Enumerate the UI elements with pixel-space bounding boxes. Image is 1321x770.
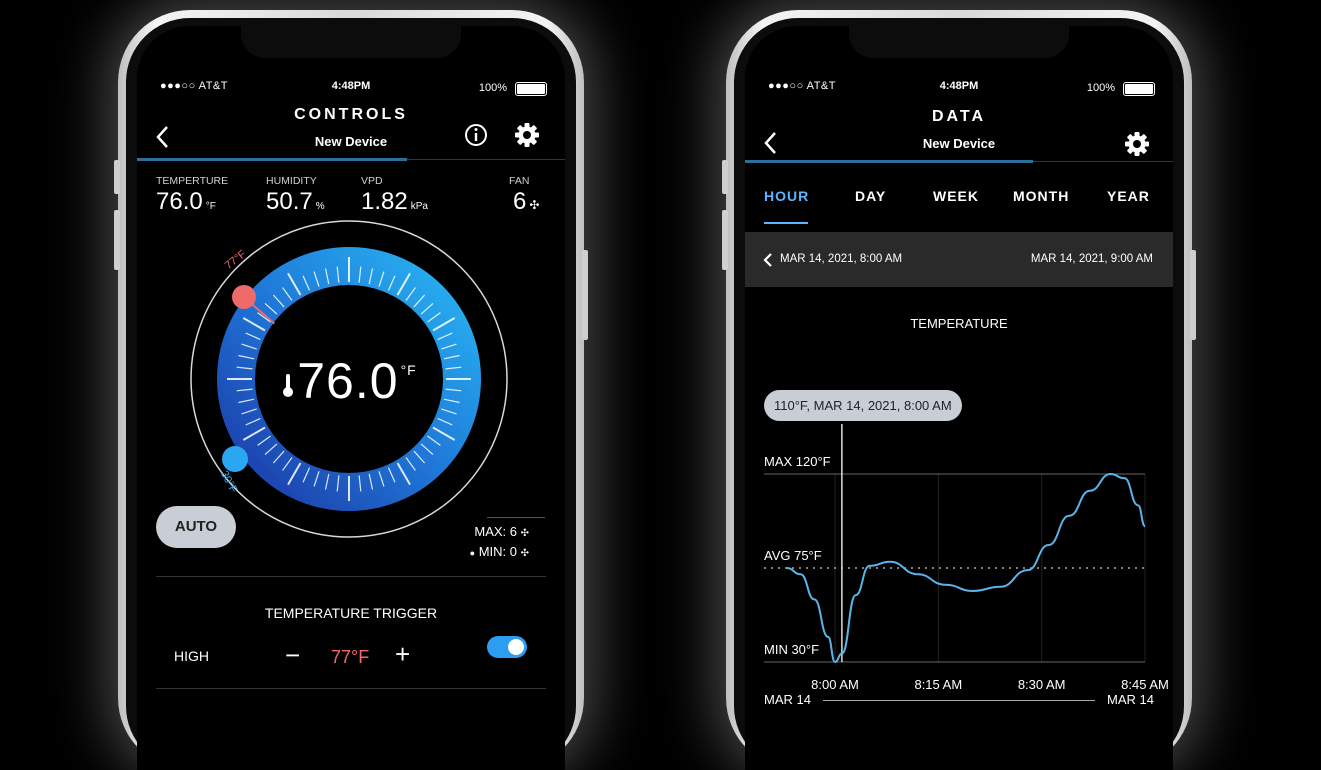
metric-unit: °F bbox=[205, 201, 216, 212]
dial-value: 76.0 bbox=[297, 353, 399, 409]
footer-date-left: MAR 14 bbox=[764, 692, 811, 707]
trigger-title: TEMPERATURE TRIGGER bbox=[264, 605, 438, 621]
header-divider bbox=[1033, 161, 1173, 162]
phone-controls: ●●●○○ AT&T 4:48PM 100% CONTROLS New Devi… bbox=[114, 10, 588, 770]
side-button bbox=[722, 160, 728, 194]
y-reference-label: MIN 30°F bbox=[764, 642, 819, 657]
tab-month[interactable]: MONTH bbox=[1013, 188, 1069, 204]
previous-range-icon[interactable] bbox=[763, 252, 773, 268]
series-line bbox=[786, 472, 1146, 664]
page-title: DATA bbox=[931, 108, 987, 125]
range-start: MAR 14, 2021, 8:00 AM bbox=[780, 253, 903, 265]
tab-hour[interactable]: HOUR bbox=[764, 188, 809, 204]
metric-number: 1.82 bbox=[361, 188, 408, 215]
dial-unit: °F bbox=[400, 362, 417, 378]
battery-icon bbox=[1123, 82, 1155, 96]
device-name: New Device bbox=[314, 134, 388, 149]
metric-number: 6 bbox=[513, 188, 527, 215]
x-tick-label: 8:30 AM bbox=[1018, 677, 1066, 692]
chart-canvas: MAX 120°F AVG 75°F MIN 30°F 8:00 AM 8:15 AM 8… bbox=[764, 424, 1169, 692]
dial-low-handle[interactable] bbox=[222, 446, 248, 472]
status-bar: ●●●○○ AT&T 4:48PM 100% bbox=[137, 80, 565, 98]
auto-button[interactable]: AUTO bbox=[156, 506, 236, 548]
tab-week[interactable]: WEEK bbox=[933, 188, 979, 204]
info-icon[interactable] bbox=[464, 123, 488, 147]
fan-min: ● MIN: 0 ✣ bbox=[470, 544, 529, 559]
metric-value: 6 ✣ bbox=[513, 188, 539, 216]
fan-icon: ✣ bbox=[529, 198, 540, 212]
dial-high-handle[interactable] bbox=[232, 285, 256, 309]
x-tick-label: 8:15 AM bbox=[914, 677, 962, 692]
metric-unit: % bbox=[315, 201, 325, 212]
y-reference-label: MAX 120°F bbox=[764, 454, 831, 469]
screen: ●●●○○ AT&T 4:48PM 100% CONTROLS New Devi… bbox=[137, 26, 565, 770]
gear-icon[interactable] bbox=[1124, 131, 1150, 157]
metric-value: 50.7% bbox=[266, 188, 325, 216]
fan-max-label: MAX: 6 bbox=[474, 524, 517, 539]
chart-title: TEMPERATURE bbox=[910, 316, 1008, 331]
metric-value: 1.82 kPa bbox=[361, 188, 428, 216]
side-button bbox=[722, 210, 728, 270]
header-divider bbox=[407, 159, 565, 160]
metric-number: 50.7 bbox=[266, 188, 313, 215]
footer-date-right: MAR 14 bbox=[1107, 692, 1154, 707]
fan-icon: ✣ bbox=[520, 548, 529, 559]
bullet-icon: ● bbox=[469, 548, 476, 558]
range-end: MAR 14, 2021, 9:00 AM bbox=[1030, 253, 1153, 265]
y-reference-label: AVG 75°F bbox=[764, 548, 822, 563]
x-tick-label: 8:45 AM bbox=[1121, 677, 1169, 692]
fan-range-line bbox=[487, 517, 545, 518]
metric-label: VPD bbox=[361, 175, 383, 187]
screen: ●●●○○ AT&T 4:48PM 100% DATA New Device H… bbox=[745, 26, 1173, 770]
device-name: New Device bbox=[922, 136, 996, 151]
metric-label: TEMPERTURE bbox=[156, 175, 229, 187]
fan-max: MAX: 6 ✣ bbox=[474, 524, 529, 539]
side-button bbox=[1190, 250, 1196, 340]
trigger-value: 77°F bbox=[331, 647, 370, 667]
metric-number: 76.0 bbox=[156, 188, 203, 215]
back-chevron-icon[interactable] bbox=[763, 130, 779, 156]
trigger-row-label: HIGH bbox=[174, 648, 209, 664]
metric-label: FAN bbox=[509, 175, 530, 187]
trigger-toggle[interactable] bbox=[487, 636, 527, 658]
status-bar: ●●●○○ AT&T 4:48PM 100% bbox=[745, 80, 1173, 98]
side-button bbox=[114, 210, 120, 270]
dial-readout: 76.0 °F bbox=[184, 352, 514, 410]
notch bbox=[241, 26, 461, 58]
footer-range-line bbox=[823, 700, 1095, 701]
side-button bbox=[582, 250, 588, 340]
metric-unit: kPa bbox=[410, 201, 428, 212]
back-chevron-icon[interactable] bbox=[155, 124, 171, 150]
gear-icon[interactable] bbox=[514, 122, 540, 148]
thermometer-icon bbox=[283, 374, 294, 397]
side-button bbox=[114, 160, 120, 194]
battery-percent: 100% bbox=[1086, 82, 1115, 94]
active-tab-indicator bbox=[764, 222, 808, 224]
temperature-dial[interactable]: 76.0 °F 77°F 30°F bbox=[184, 214, 514, 544]
divider bbox=[156, 688, 546, 689]
temperature-chart[interactable]: MAX 120°F AVG 75°F MIN 30°F 8:00 AM 8:15 AM 8… bbox=[745, 386, 1173, 706]
notch bbox=[849, 26, 1069, 58]
metric-label: HUMIDITY bbox=[266, 175, 317, 187]
header-underline bbox=[745, 160, 1033, 163]
header-underline bbox=[137, 158, 407, 161]
battery-icon bbox=[515, 82, 547, 96]
battery-percent: 100% bbox=[478, 82, 507, 94]
metric-value: 76.0 °F bbox=[156, 188, 216, 216]
phone-data: ●●●○○ AT&T 4:48PM 100% DATA New Device H… bbox=[722, 10, 1196, 770]
page-title: CONTROLS bbox=[294, 106, 408, 123]
fan-min-label: MIN: 0 bbox=[478, 544, 517, 559]
increment-button[interactable]: + bbox=[395, 639, 410, 670]
fan-icon: ✣ bbox=[520, 528, 529, 539]
x-tick-label: 8:00 AM bbox=[811, 677, 859, 692]
decrement-button[interactable]: − bbox=[285, 640, 300, 671]
tab-day[interactable]: DAY bbox=[855, 188, 886, 204]
tab-year[interactable]: YEAR bbox=[1107, 188, 1150, 204]
period-tabs: HOUR DAY WEEK MONTH YEAR bbox=[745, 188, 1173, 218]
divider bbox=[156, 576, 546, 577]
date-range-bar: MAR 14, 2021, 8:00 AM MAR 14, 2021, 9:00… bbox=[745, 232, 1173, 287]
